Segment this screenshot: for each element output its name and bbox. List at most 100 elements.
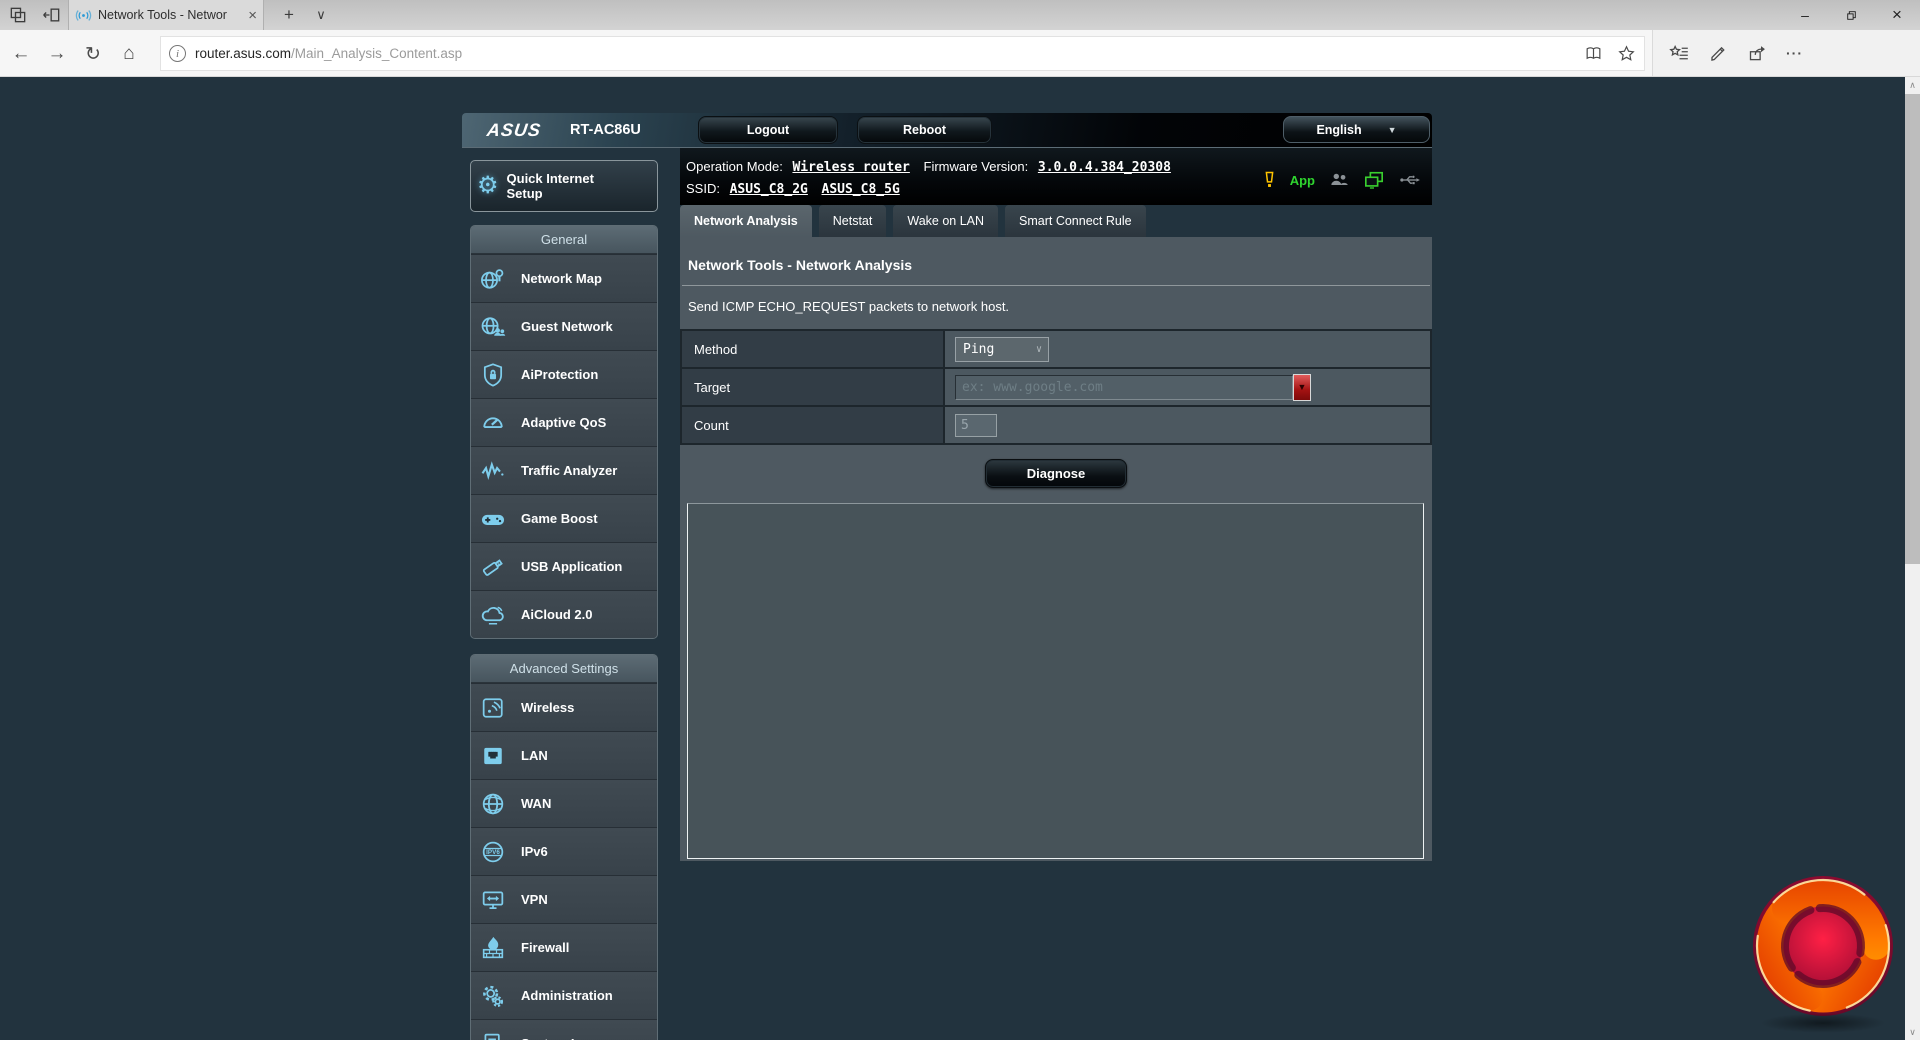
hub-favorites-icon[interactable] [1669,43,1690,64]
sidebar-item-wireless[interactable]: Wireless [471,683,657,731]
tab-list-chevron-icon[interactable]: ∨ [308,2,334,28]
restore-button[interactable] [1828,0,1874,30]
sidebar-item-network-map[interactable]: Network Map [471,254,657,302]
reboot-button[interactable]: Reboot [857,116,992,144]
sidebar-item-label: Guest Network [521,319,613,334]
sidebar-item-aicloud[interactable]: AiCloud 2.0 [471,590,657,638]
content-column: Operation Mode: Wireless router Firmware… [680,148,1432,861]
ssid-5g-link[interactable]: ASUS_C8_5G [822,182,900,197]
asus-logo: ASUS [485,120,543,140]
log-document-icon [471,1030,515,1040]
usb-connector-icon[interactable] [1398,171,1422,189]
count-input[interactable] [955,413,997,437]
router-info-bar: Operation Mode: Wireless router Firmware… [680,148,1432,205]
settings-ellipsis-icon[interactable]: ··· [1786,45,1803,61]
tab-network-analysis[interactable]: Network Analysis [680,205,812,237]
sidebar-item-game-boost[interactable]: Game Boost [471,494,657,542]
scroll-down-icon[interactable]: ∨ [1905,1024,1920,1040]
tab-wake-on-lan[interactable]: Wake on LAN [893,205,999,237]
target-input[interactable] [955,374,1293,400]
target-dropdown-triangle-icon: ▼ [1297,382,1307,392]
logout-button[interactable]: Logout [698,116,838,144]
sidebar-item-label: LAN [521,748,548,763]
favicon-wifi-icon [75,7,92,24]
browser-tab-bar: Network Tools - Networ × + ∨ – × [0,0,1920,30]
refresh-button[interactable]: ↻ [76,37,110,71]
language-dropdown[interactable]: English ▼ [1283,116,1430,143]
sidebar-item-label: Wireless [521,700,575,715]
forward-button[interactable]: → [40,37,74,71]
network-monitors-icon[interactable] [1363,170,1385,190]
web-note-pen-icon[interactable] [1708,43,1729,64]
clients-people-icon[interactable] [1328,171,1350,189]
network-map-icon [471,265,515,293]
operation-mode-label: Operation Mode: [686,159,783,174]
sidebar-item-quick-internet-setup[interactable]: ⚙ Quick Internet Setup [470,160,658,212]
sidebar-item-adaptive-qos[interactable]: Adaptive QoS [471,398,657,446]
sidebar-item-label: Network Map [521,271,602,286]
guest-network-icon [471,313,515,341]
notification-alert-icon[interactable] [1262,170,1277,190]
address-bar[interactable]: i router.asus.com /Main_Analysis_Content… [160,36,1645,71]
add-favorite-star-icon[interactable] [1617,44,1636,63]
sidebar-item-firewall[interactable]: Firewall [471,923,657,971]
ssid-2g-link[interactable]: ASUS_C8_2G [730,182,808,197]
tab-close-icon[interactable]: × [248,7,257,24]
ssid-label: SSID: [686,181,720,196]
operation-mode-link[interactable]: Wireless router [792,160,909,175]
sidebar-item-usb-application[interactable]: USB Application [471,542,657,590]
sidebar-item-administration[interactable]: Administration [471,971,657,1019]
vpn-monitor-icon [471,886,515,914]
method-select[interactable]: Ping ∨ [955,336,1049,362]
minimize-button[interactable]: – [1782,0,1828,30]
page-description: Send ICMP ECHO_REQUEST packets to networ… [688,299,1010,314]
language-triangle-icon: ▼ [1387,124,1397,135]
home-button[interactable]: ⌂ [112,37,146,71]
sidebar-item-vpn[interactable]: VPN [471,875,657,923]
router-admin-app: ASUS RT-AC86U Logout Reboot English ▼ ⚙ … [462,113,1432,1040]
diagnose-button[interactable]: Diagnose [985,459,1127,488]
new-tab-button[interactable]: + [276,2,302,28]
scroll-up-icon[interactable]: ∧ [1905,77,1920,93]
usb-drive-icon [471,553,515,581]
close-window-button[interactable]: × [1874,0,1920,30]
select-chevron-icon: ∨ [1035,343,1042,355]
sidebar-item-wan[interactable]: WAN [471,779,657,827]
sidebar-item-label: Firewall [521,940,570,955]
sidebar-item-label: VPN [521,892,548,907]
tab-preview-icon[interactable] [6,3,30,27]
page-scrollbar[interactable]: ∧ ∨ [1905,77,1920,1040]
sidebar-item-lan[interactable]: LAN [471,731,657,779]
sidebar-section-advanced-settings: Advanced Settings Wireless LAN WAN IPV6 … [470,654,658,1040]
page-title: Network Tools - Network Analysis [688,257,913,273]
share-icon[interactable] [1747,43,1768,64]
target-dropdown-button[interactable]: ▼ [1293,373,1311,401]
scrollbar-thumb[interactable] [1905,94,1920,564]
browser-tab[interactable]: Network Tools - Networ × [68,0,264,30]
sidebar-item-aiprotection[interactable]: AiProtection [471,350,657,398]
diagnose-result-area[interactable] [687,503,1424,859]
section-title-general: General [471,226,657,254]
tab-smart-connect-rule[interactable]: Smart Connect Rule [1005,205,1146,237]
sidebar-item-system-log[interactable]: System Log [471,1019,657,1040]
browser-toolbar: ← → ↻ ⌂ i router.asus.com /Main_Analysis… [0,30,1920,77]
reading-view-icon[interactable] [1584,44,1603,63]
firmware-version-link[interactable]: 3.0.0.4.384_20308 [1038,160,1171,175]
set-tabs-aside-icon[interactable] [40,3,64,27]
tab-netstat[interactable]: Netstat [818,205,887,237]
table-row: Target ▼ [680,367,1432,407]
method-selected-value: Ping [963,341,995,357]
shield-lock-icon [471,361,515,389]
app-link[interactable]: App [1290,173,1315,188]
sidebar-item-ipv6[interactable]: IPV6 IPv6 [471,827,657,875]
browser-window: Network Tools - Networ × + ∨ – × ← → ↻ ⌂… [0,0,1920,1040]
gears-icon [471,982,515,1010]
sidebar-item-traffic-analyzer[interactable]: Traffic Analyzer [471,446,657,494]
site-info-icon[interactable]: i [169,45,186,62]
sidebar: ⚙ Quick Internet Setup General Network M… [470,148,658,1040]
back-button[interactable]: ← [4,37,38,71]
target-label: Target [680,367,945,407]
section-title-advanced-settings: Advanced Settings [471,655,657,683]
firewall-flame-icon [471,934,515,962]
sidebar-item-guest-network[interactable]: Guest Network [471,302,657,350]
